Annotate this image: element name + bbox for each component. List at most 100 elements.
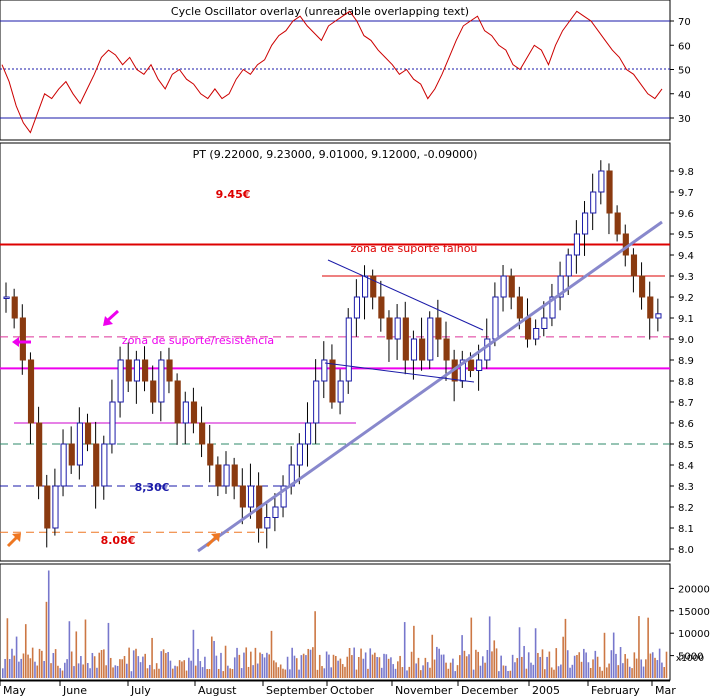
oscillator-title: Cycle Oscillator overlay (unreadable ove…: [171, 5, 469, 18]
volume-bar: [553, 669, 555, 678]
volume-bar: [121, 659, 124, 678]
volume-bar: [527, 652, 530, 678]
volume-bar: [459, 655, 461, 678]
volume-bar: [243, 652, 245, 678]
volume-bar: [465, 656, 468, 678]
volume-bar: [321, 666, 323, 678]
volume-bar: [408, 666, 411, 678]
volume-bar: [217, 668, 220, 678]
volume-bar: [445, 662, 447, 678]
volume-bar: [178, 660, 181, 678]
volume-bar: [534, 628, 537, 678]
label-support-resistance: zona de suporte/resistência: [122, 334, 274, 347]
volume-bar: [589, 667, 592, 678]
volume-tick-label: 15000: [678, 607, 710, 618]
price-tick-label: 8.2: [678, 503, 694, 514]
volume-bar: [162, 649, 165, 678]
x-tick-label: 2005: [532, 684, 560, 697]
volume-bar: [98, 652, 101, 678]
volume-bar: [6, 618, 9, 678]
volume-bar: [498, 671, 500, 678]
volume-bar: [176, 666, 179, 678]
volume-bar: [105, 665, 107, 678]
candle-body: [60, 443, 67, 487]
volume-bar: [477, 651, 479, 678]
volume-bar: [174, 665, 176, 678]
volume-bar: [419, 670, 422, 678]
volume-bar: [15, 636, 18, 678]
oscillator-panel: Cycle Oscillator overlay (unreadable ove…: [0, 0, 691, 141]
price-tick-label: 9.4: [678, 251, 694, 262]
volume-bar: [410, 651, 413, 678]
volume-bar: [286, 656, 289, 678]
volume-bar: [41, 650, 43, 678]
volume-bar: [215, 655, 218, 678]
volume-bar: [307, 648, 310, 678]
volume-bar: [592, 659, 594, 678]
candle-body: [378, 296, 385, 319]
volume-bar: [635, 658, 638, 678]
volume-bar: [160, 651, 163, 678]
volume-bar: [254, 647, 257, 678]
price-tick-label: 9.1: [678, 314, 694, 325]
volume-bar: [295, 658, 298, 678]
volume-bar: [259, 652, 261, 678]
price-tick-label: 8.7: [678, 398, 694, 409]
x-tick-label: February: [591, 684, 640, 697]
volume-bar: [100, 649, 103, 678]
volume-bar: [493, 640, 496, 678]
volume-bar: [394, 668, 397, 678]
candle-body: [304, 422, 312, 445]
volume-bar: [463, 650, 466, 678]
candle-body: [533, 328, 540, 340]
candle-body: [247, 485, 255, 508]
volume-bar: [201, 667, 204, 678]
volume-bar: [13, 655, 16, 678]
volume-bar: [371, 654, 374, 678]
candle-body: [516, 296, 523, 319]
volume-bar: [91, 652, 94, 678]
candle-body: [508, 275, 515, 298]
volume-bar: [481, 656, 484, 678]
volume-bar: [213, 640, 215, 678]
candle-body: [622, 233, 629, 256]
volume-bar: [406, 670, 408, 678]
volume-bar: [433, 659, 436, 678]
volume-bar: [633, 652, 636, 678]
volume-bar: [557, 666, 560, 678]
candle-body: [125, 359, 132, 382]
volume-bar: [165, 653, 167, 678]
volume-bar: [84, 619, 87, 678]
volume-bar: [353, 647, 355, 678]
volume-bar: [323, 668, 326, 678]
candle-body: [199, 422, 206, 445]
price-tick-label: 9.2: [678, 293, 694, 304]
volume-bar: [369, 648, 372, 678]
volume-bar: [194, 665, 197, 678]
candle-body: [3, 296, 10, 299]
volume-bar: [325, 651, 328, 678]
candle-body: [329, 359, 336, 403]
volume-bar: [456, 665, 459, 678]
volume-bar: [146, 668, 149, 678]
volume-bar: [426, 662, 429, 678]
volume-bar: [626, 658, 629, 678]
volume-bar: [516, 658, 519, 678]
volume-bar: [346, 656, 349, 678]
volume-bar: [263, 657, 266, 678]
label-808: 8.08€: [101, 534, 136, 547]
volume-bar: [224, 645, 227, 678]
volume-bar: [658, 648, 661, 678]
volume-bar: [119, 659, 121, 678]
volume-bar: [585, 652, 587, 678]
volume-bar: [20, 658, 22, 678]
oscillator-tick-label: 60: [678, 41, 691, 52]
volume-bar: [250, 651, 252, 678]
volume-bar: [449, 662, 452, 678]
volume-bar: [472, 669, 475, 678]
volume-bar: [355, 669, 358, 678]
volume-bar: [245, 647, 248, 678]
volume-bar: [525, 668, 528, 678]
volume-bar: [486, 649, 489, 678]
volume-bar: [130, 671, 133, 678]
